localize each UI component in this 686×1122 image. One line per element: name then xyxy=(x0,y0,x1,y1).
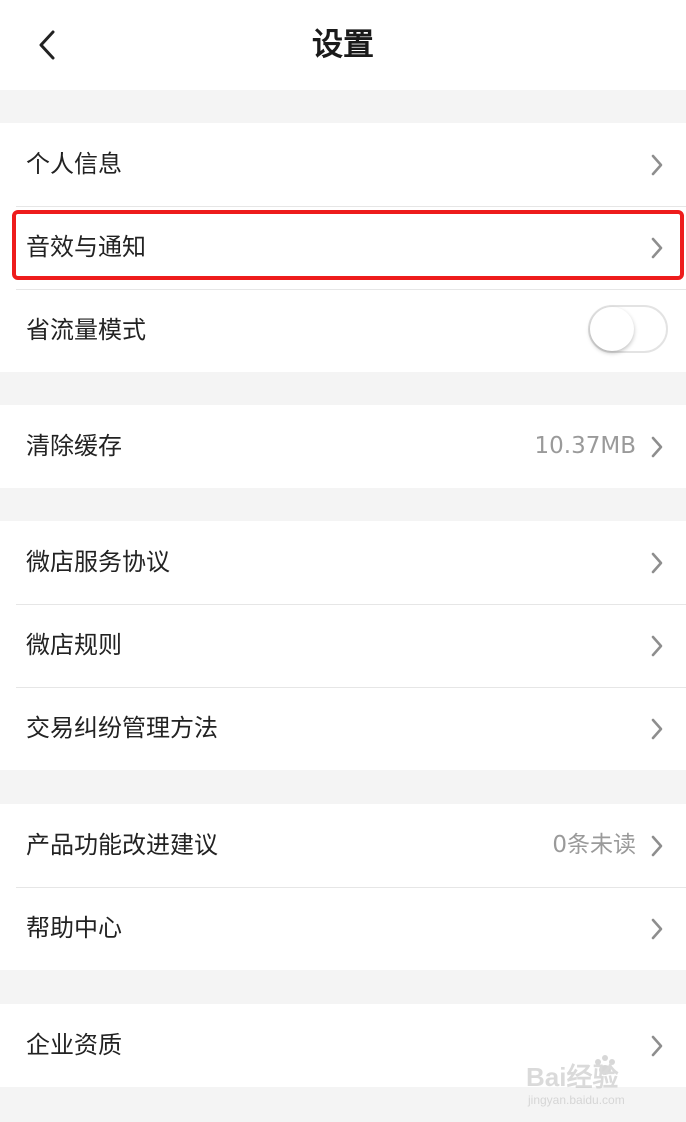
chevron-right-icon xyxy=(651,635,663,657)
settings-item-label: 音效与通知 xyxy=(26,233,146,261)
settings-item-label: 个人信息 xyxy=(26,150,122,178)
settings-item-label: 微店服务协议 xyxy=(26,548,170,576)
chevron-right-icon xyxy=(651,237,663,259)
settings-item-personal-info[interactable]: 个人信息 xyxy=(0,123,686,206)
settings-item-dispute-policy[interactable]: 交易纠纷管理方法 xyxy=(0,687,686,770)
settings-group-account: 个人信息 音效与通知 省流量模式 xyxy=(0,123,686,372)
chevron-right-icon xyxy=(651,918,663,940)
navigation-bar: 设置 xyxy=(0,0,686,90)
settings-item-label: 清除缓存 xyxy=(26,432,122,460)
settings-item-label: 微店规则 xyxy=(26,631,122,659)
toggle-knob xyxy=(590,307,634,351)
settings-item-data-saver: 省流量模式 xyxy=(0,289,686,372)
settings-item-label: 产品功能改进建议 xyxy=(26,831,218,859)
data-saver-toggle[interactable] xyxy=(588,305,668,353)
settings-group-rules: 微店服务协议 微店规则 交易纠纷管理方法 xyxy=(0,521,686,770)
settings-item-clear-cache[interactable]: 清除缓存 10.37MB xyxy=(0,405,686,488)
chevron-right-icon xyxy=(651,718,663,740)
settings-item-help-center[interactable]: 帮助中心 xyxy=(0,887,686,970)
settings-group-cache: 清除缓存 10.37MB xyxy=(0,405,686,488)
settings-group-feedback: 产品功能改进建议 0条未读 帮助中心 xyxy=(0,804,686,970)
settings-item-sound-notifications[interactable]: 音效与通知 xyxy=(0,206,686,289)
page-title: 设置 xyxy=(312,27,374,63)
cache-size-value: 10.37MB xyxy=(534,433,636,459)
settings-item-label: 省流量模式 xyxy=(26,316,146,344)
settings-item-label: 交易纠纷管理方法 xyxy=(26,714,218,742)
chevron-right-icon xyxy=(651,436,663,458)
settings-item-label: 帮助中心 xyxy=(26,914,122,942)
chevron-right-icon xyxy=(651,835,663,857)
settings-item-shop-rules[interactable]: 微店规则 xyxy=(0,604,686,687)
baidu-jingyan-watermark: Bai经验 jingyan.baidu.com xyxy=(526,1055,625,1107)
chevron-right-icon xyxy=(651,552,663,574)
svg-text:Bai经验: Bai经验 xyxy=(526,1062,618,1092)
chevron-right-icon xyxy=(651,154,663,176)
unread-count-value: 0条未读 xyxy=(552,832,636,858)
svg-text:jingyan.baidu.com: jingyan.baidu.com xyxy=(527,1093,625,1107)
settings-item-service-agreement[interactable]: 微店服务协议 xyxy=(0,521,686,604)
settings-item-label: 企业资质 xyxy=(26,1031,122,1059)
settings-item-feedback[interactable]: 产品功能改进建议 0条未读 xyxy=(0,804,686,887)
